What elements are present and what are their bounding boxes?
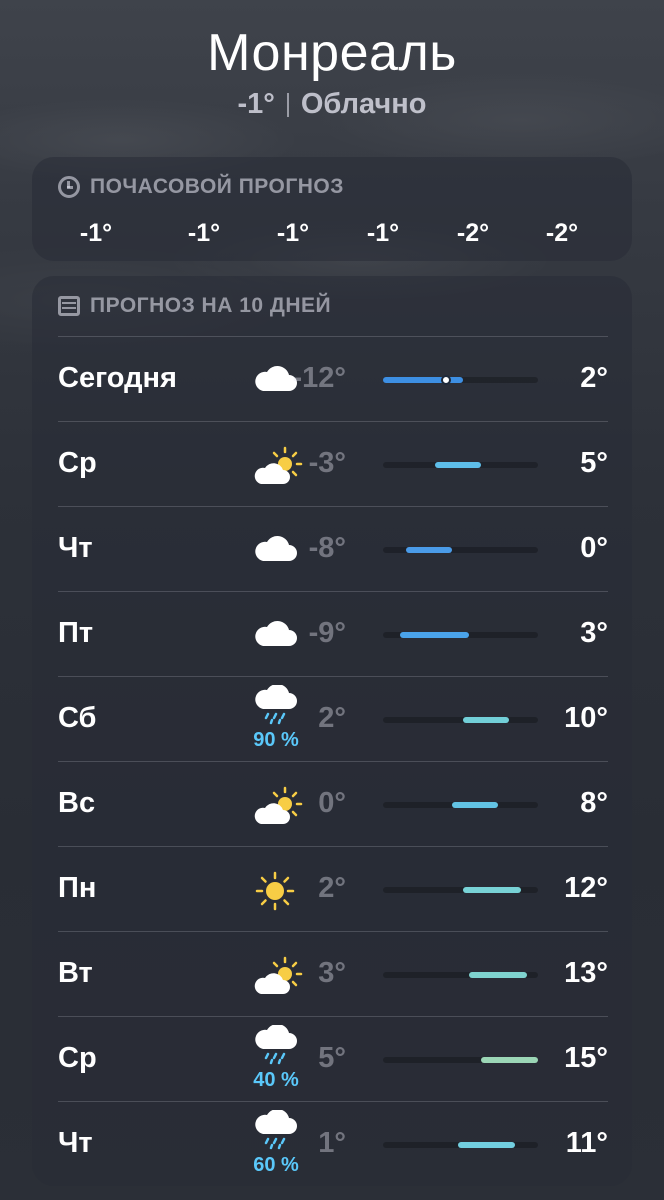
high-temperature: 10° [564, 702, 608, 734]
forecast-day-row[interactable]: Ср -3° 5° [58, 421, 608, 506]
temperature-range-track [383, 717, 538, 723]
sun-icon [248, 847, 304, 932]
temperature-range-bar [400, 632, 470, 638]
city-name: Монреаль [207, 24, 457, 82]
location-header: Монреаль -1° Облачно [0, 24, 664, 121]
cloud-rain-icon: 90 % [248, 677, 304, 762]
high-temperature: 13° [564, 957, 608, 989]
temperature-range-track [383, 1142, 538, 1148]
high-temperature: 2° [580, 362, 608, 394]
clock-icon [58, 176, 80, 198]
temperature-range-track [383, 462, 538, 468]
temperature-range-track [383, 547, 538, 553]
temperature-range-bar [434, 462, 481, 468]
ten-day-forecast-title: ПРОГНОЗ НА 10 ДНЕЙ [90, 294, 332, 317]
low-temperature: 1° [318, 1127, 346, 1159]
temperature-range-track [383, 887, 538, 893]
temperature-range-bar [405, 547, 452, 553]
partly-sunny-icon [248, 422, 304, 507]
hourly-forecast-title: ПОЧАСОВОЙ ПРОГНОЗ [90, 175, 344, 198]
day-label: Пт [58, 617, 94, 649]
high-temperature: 15° [564, 1042, 608, 1074]
low-temperature: 5° [318, 1042, 346, 1074]
temperature-range-bar [457, 1142, 516, 1148]
day-label: Чт [58, 1127, 93, 1159]
ten-day-forecast-card: ПРОГНОЗ НА 10 ДНЕЙ Сегодня -12° 2° Ср -3° 5° Ч… [32, 276, 632, 1186]
condition-label: Облачно [300, 88, 427, 120]
high-temperature: 0° [580, 532, 608, 564]
forecast-day-row[interactable]: Ср 40 % 5° 15° [58, 1016, 608, 1101]
hourly-forecast-header: ПОЧАСОВОЙ ПРОГНОЗ [32, 157, 632, 199]
hour-temp: -2° [456, 219, 490, 247]
precipitation-chance: 40 % [253, 1069, 299, 1091]
low-temperature: 2° [318, 872, 346, 904]
current-temperature: -1° [237, 88, 275, 120]
low-temperature: 2° [318, 702, 346, 734]
day-label: Ср [58, 447, 97, 479]
current-temperature-marker [441, 375, 452, 385]
temperature-range-track [383, 375, 538, 385]
forecast-day-row[interactable]: Чт -8° 0° [58, 506, 608, 591]
high-temperature: 5° [580, 447, 608, 479]
low-temperature: -8° [308, 532, 346, 564]
low-temperature: -12° [292, 362, 346, 394]
temperature-range-track [383, 802, 538, 808]
cloud-rain-icon: 60 % [248, 1102, 304, 1187]
temperature-range-bar [480, 1057, 538, 1063]
temperature-range-track [383, 972, 538, 978]
cloud-icon [248, 592, 304, 677]
current-conditions: -1° Облачно [0, 88, 664, 121]
low-temperature: 0° [318, 787, 346, 819]
forecast-day-row[interactable]: Вс 0° 8° [58, 761, 608, 846]
temperature-range-bar [463, 887, 521, 893]
forecast-day-row[interactable]: Сб 90 % 2° 10° [58, 676, 608, 761]
hour-temp: -1° [276, 219, 310, 247]
temperature-range-track [383, 632, 538, 638]
precipitation-chance: 60 % [253, 1154, 299, 1176]
high-temperature: 8° [580, 787, 608, 819]
cloud-rain-icon: 40 % [248, 1017, 304, 1102]
temperature-range-bar [469, 972, 527, 978]
hourly-forecast-card[interactable]: ПОЧАСОВОЙ ПРОГНОЗ -1° -1° -1° -1° -2° -2… [32, 157, 632, 261]
calendar-icon [58, 296, 80, 316]
day-label: Чт [58, 532, 93, 564]
hourly-temperatures[interactable]: -1° -1° -1° -1° -2° -2° [32, 219, 632, 249]
forecast-day-row[interactable]: Чт 60 % 1° 11° [58, 1101, 608, 1186]
forecast-day-row[interactable]: Сегодня -12° 2° [58, 336, 608, 421]
hour-temp: -2° [545, 219, 579, 247]
temperature-range-bar [383, 377, 464, 383]
ten-day-forecast-header: ПРОГНОЗ НА 10 ДНЕЙ [32, 276, 632, 318]
hour-temp: -1° [187, 219, 221, 247]
cloud-icon [248, 507, 304, 592]
low-temperature: -9° [308, 617, 346, 649]
hour-temp: -1° [366, 219, 400, 247]
high-temperature: 12° [564, 872, 608, 904]
separator [286, 92, 289, 117]
forecast-day-row[interactable]: Пн 2° 12° [58, 846, 608, 931]
forecast-day-row[interactable]: Пт -9° 3° [58, 591, 608, 676]
temperature-range-bar [463, 717, 510, 723]
forecast-day-list: Сегодня -12° 2° Ср -3° 5° Чт -8° 0° Пт -9° 3° Сб 90 %… [58, 336, 608, 1186]
temperature-range-track [383, 1057, 538, 1063]
temperature-range-bar [451, 802, 498, 808]
forecast-day-row[interactable]: Вт 3° 13° [58, 931, 608, 1016]
day-label: Сб [58, 702, 97, 734]
high-temperature: 11° [565, 1127, 608, 1159]
day-label: Вт [58, 957, 93, 989]
day-label: Пн [58, 872, 97, 904]
hour-temp: -1° [79, 219, 113, 247]
low-temperature: -3° [308, 447, 346, 479]
day-label: Сегодня [58, 362, 177, 394]
day-label: Ср [58, 1042, 97, 1074]
partly-sunny-icon [248, 762, 304, 847]
partly-sunny-icon [248, 932, 304, 1017]
precipitation-chance: 90 % [253, 729, 299, 751]
low-temperature: 3° [318, 957, 346, 989]
high-temperature: 3° [580, 617, 608, 649]
day-label: Вс [58, 787, 96, 819]
